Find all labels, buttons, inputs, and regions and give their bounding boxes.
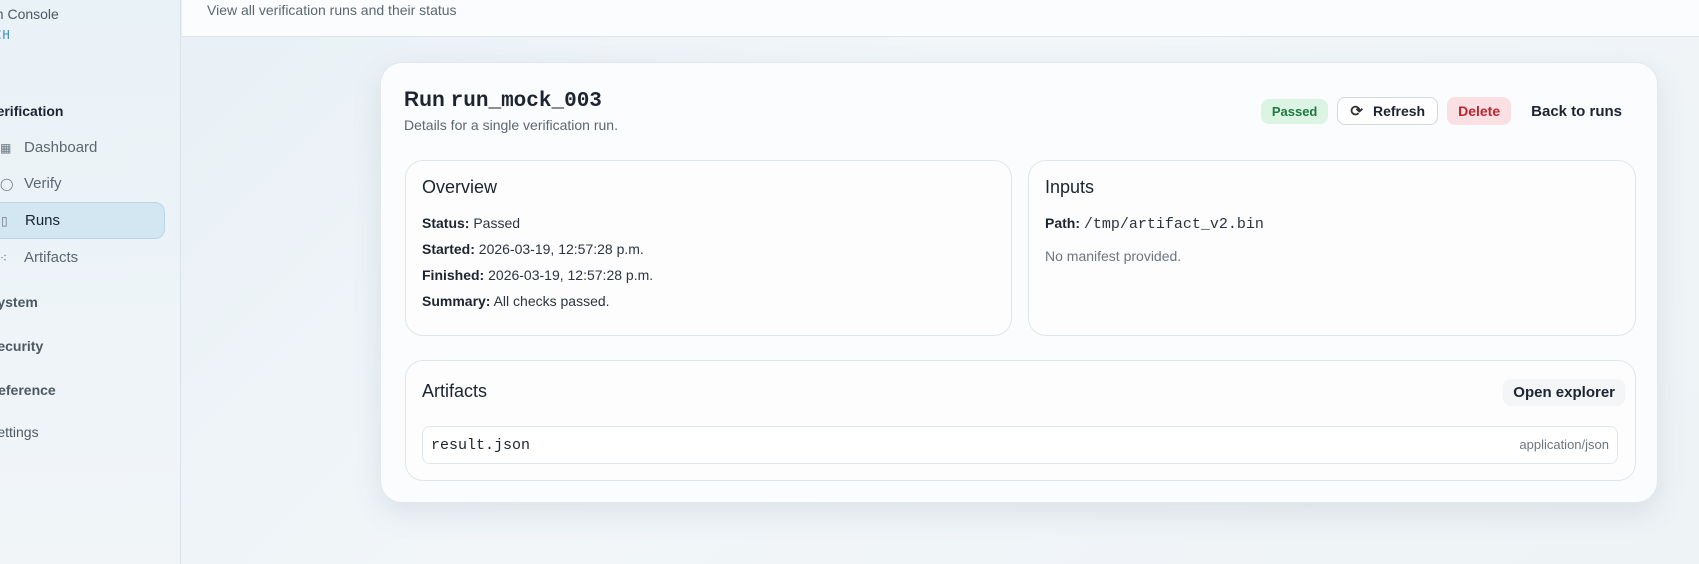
nav-group-verification[interactable]: Verification — [0, 103, 63, 119]
path-value: /tmp/artifact_v2.bin — [1083, 216, 1264, 233]
artifact-name: result.json — [431, 437, 531, 454]
run-description: Details for a single verification run. — [404, 117, 618, 133]
run-id: run_mock_003 — [450, 90, 602, 113]
status-badge: Passed — [1260, 98, 1329, 124]
sidebar-item-verify[interactable]: ◯ Verify — [0, 165, 165, 202]
path-label: Path: — [1045, 215, 1080, 231]
grid-icon: ▦ — [0, 140, 12, 155]
refresh-button[interactable]: ⟳ Refresh — [1337, 97, 1439, 125]
artifact-type: application/json — [1519, 437, 1609, 452]
inputs-panel: Inputs Path: /tmp/artifact_v2.bin No man… — [1028, 160, 1636, 336]
summary-label: Summary: — [422, 293, 491, 309]
artifacts-panel: Artifacts Open explorer result.json appl… — [405, 360, 1636, 481]
inputs-title: Inputs — [1045, 177, 1095, 197]
nav-group-reference[interactable]: Reference — [0, 382, 56, 398]
sidebar-item-label: Runs — [25, 212, 61, 229]
summary-row: Summary: All checks passed. — [422, 293, 610, 309]
sidebar-item-label: Artifacts — [24, 249, 79, 266]
top-bar: View all verification runs and their sta… — [182, 0, 1699, 37]
status-value: Passed — [473, 215, 521, 231]
path-row: Path: /tmp/artifact_v2.bin — [1045, 215, 1264, 233]
sidebar-item-artifacts[interactable]: ⁖ Artifacts — [0, 239, 165, 276]
finished-row: Finished: 2026-03-19, 12:57:28 p.m. — [422, 267, 653, 283]
summary-value: All checks passed. — [493, 293, 610, 309]
finished-label: Finished: — [422, 267, 485, 283]
status-label: Status: — [422, 215, 470, 231]
manifest-note: No manifest provided. — [1045, 248, 1182, 264]
page-subtitle: View all verification runs and their sta… — [207, 2, 457, 18]
circle-check-icon: ◯ — [0, 176, 14, 191]
open-explorer-button[interactable]: Open explorer — [1503, 379, 1625, 406]
nav-group-security[interactable]: Security — [0, 338, 43, 354]
app-brand-name: on Console — [0, 6, 59, 22]
overview-panel: Overview Status: Passed Started: 2026-03… — [405, 160, 1012, 336]
page-title: Run run_mock_003 — [404, 88, 602, 113]
run-title-prefix: Run — [404, 88, 445, 111]
finished-value: 2026-03-19, 12:57:28 p.m. — [488, 267, 654, 283]
clipboard-icon: ▯ — [1, 213, 8, 228]
started-value: 2026-03-19, 12:57:28 p.m. — [478, 241, 644, 257]
run-detail-card: Run run_mock_003 Details for a single ve… — [380, 62, 1658, 503]
sidebar-item-dashboard[interactable]: ▦ Dashboard — [0, 129, 165, 166]
started-row: Started: 2026-03-19, 12:57:28 p.m. — [422, 241, 644, 257]
started-label: Started: — [422, 241, 475, 257]
status-row: Status: Passed — [422, 215, 520, 231]
nodes-icon: ⁖ — [0, 250, 8, 265]
sidebar-item-label: Dashboard — [24, 139, 98, 156]
overview-title: Overview — [422, 177, 498, 197]
delete-button[interactable]: Delete — [1447, 97, 1512, 125]
list-item[interactable]: result.json application/json — [422, 426, 1618, 464]
refresh-button-label: Refresh — [1372, 103, 1426, 119]
nav-group-settings[interactable]: Settings — [0, 424, 39, 440]
app-brand-subtitle: ECH — [0, 28, 11, 42]
sidebar: on Console ECH Verification ▦ Dashboard … — [0, 0, 181, 564]
sidebar-item-label: Verify — [24, 175, 62, 192]
nav-group-system[interactable]: System — [0, 294, 38, 310]
artifacts-title: Artifacts — [422, 381, 488, 401]
refresh-icon: ⟳ — [1350, 103, 1363, 120]
run-actions: Passed ⟳ Refresh Delete Back to runs — [1260, 97, 1633, 125]
back-to-runs-button[interactable]: Back to runs — [1520, 97, 1633, 125]
sidebar-item-runs[interactable]: ▯ Runs — [0, 202, 165, 239]
